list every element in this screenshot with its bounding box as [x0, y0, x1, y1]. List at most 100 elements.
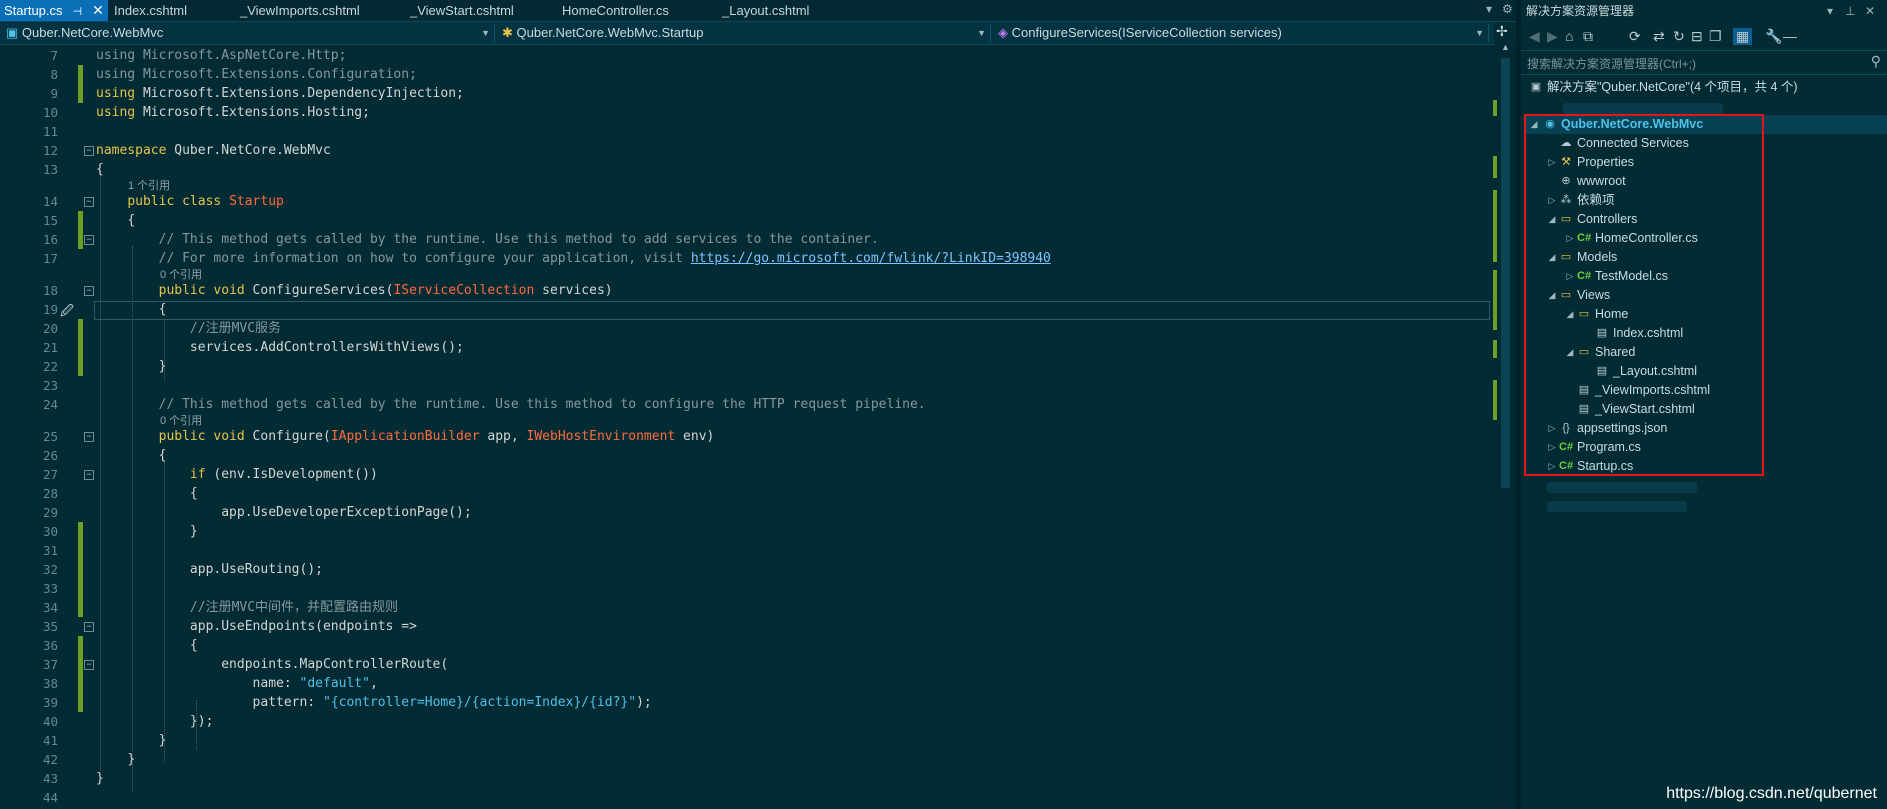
tab-viewstart[interactable]: _ViewStart.cshtml: [406, 0, 514, 21]
minus-icon[interactable]: —: [1783, 28, 1797, 44]
solution-search-box[interactable]: 搜索解决方案资源管理器(Ctrl+;) ⚲: [1521, 52, 1887, 75]
tab-index-cshtml[interactable]: Index.cshtml: [110, 0, 187, 21]
line-number: 41: [42, 733, 58, 748]
code-line: 12 − namespace Quber.NetCore.WebMvc: [0, 141, 1494, 160]
code-area[interactable]: 🖉 7 using Microsoft.AspNetCore.Http; 8 u…: [0, 46, 1494, 809]
code-token: {: [189, 486, 198, 501]
code-token: Microsoft.AspNetCore.Http;: [142, 48, 347, 63]
fold-toggle[interactable]: −: [84, 470, 94, 480]
settings-gear-icon[interactable]: ⚙: [1502, 2, 1513, 16]
code-line: 29 app.UseDeveloperExceptionPage();: [0, 503, 1494, 522]
sync-icon[interactable]: ⇄: [1653, 28, 1665, 45]
code-token: app.UseRouting();: [189, 562, 323, 577]
project-dropdown[interactable]: ▣ Quber.NetCore.WebMvc ▼: [2, 24, 495, 42]
tab-label: Startup.cs: [4, 3, 63, 18]
code-line: 14 − public class Startup: [0, 192, 1494, 211]
code-line: 16 − // This method gets called by the r…: [0, 230, 1494, 249]
type-dropdown[interactable]: ✱ Quber.NetCore.WebMvc.Startup ▼: [498, 24, 991, 42]
member-dropdown[interactable]: ◈ ConfigureServices(IServiceCollection s…: [994, 24, 1489, 42]
back-icon[interactable]: ◀: [1529, 28, 1540, 45]
change-marker: [1493, 380, 1497, 420]
tab-viewimports[interactable]: _ViewImports.cshtml: [236, 0, 360, 21]
preview-selected-icon[interactable]: ▦: [1733, 28, 1753, 45]
collapse-all-icon[interactable]: ⊟: [1691, 28, 1703, 45]
change-marker: [78, 674, 83, 693]
fold-toggle[interactable]: −: [84, 286, 94, 296]
refresh-icon[interactable]: ↻: [1673, 28, 1685, 45]
line-number: 43: [42, 771, 58, 786]
line-number: 8: [50, 67, 58, 82]
code-token: ,: [369, 676, 378, 691]
code-token: });: [189, 714, 214, 729]
code-token: ConfigureServices(: [244, 283, 394, 298]
code-line: 32 app.UseRouting();: [0, 560, 1494, 579]
keyword-token: public: [158, 283, 206, 298]
home-icon[interactable]: ⌂: [1565, 28, 1573, 44]
string-token: "{controller=Home}/{action=Index}/{id?}": [323, 695, 637, 710]
fold-toggle[interactable]: −: [84, 197, 94, 207]
change-marker: [78, 655, 83, 674]
code-token: {: [127, 213, 136, 228]
references-codelens[interactable]: 0 个引用: [160, 415, 202, 427]
code-line: 39 pattern: "{controller=Home}/{action=I…: [0, 693, 1494, 712]
solution-explorer-toolbar: ◀ ▶ ⌂ ⧉ ⟳ ⇄ ↻ ⊟ ❐ ▦ 🔧 —: [1521, 24, 1887, 51]
fold-toggle[interactable]: −: [84, 622, 94, 632]
code-line: 13 {: [0, 160, 1494, 179]
keyword-token: namespace: [96, 143, 167, 158]
line-number: 44: [42, 790, 58, 805]
comment-token: // This method gets called by the runtim…: [158, 397, 926, 412]
change-marker: [78, 338, 83, 357]
tab-layout[interactable]: _Layout.cshtml: [718, 0, 809, 21]
type-dropdown-value: Quber.NetCore.WebMvc.Startup: [516, 25, 704, 40]
code-editor[interactable]: Startup.cs ⊣ ✕ Index.cshtml _ViewImports.c…: [0, 0, 1516, 809]
close-icon[interactable]: ✕: [92, 2, 104, 18]
tab-homecontroller[interactable]: HomeController.cs: [558, 0, 669, 21]
tab-dropdown-icon[interactable]: ▾: [1486, 2, 1492, 16]
scroll-up-icon[interactable]: ▲: [1501, 42, 1510, 52]
comment-token: // This method gets called by the runtim…: [158, 232, 879, 247]
keyword-token: using: [96, 48, 136, 63]
references-codelens[interactable]: 0 个引用: [160, 269, 202, 281]
pending-changes-icon[interactable]: ⟳: [1629, 28, 1641, 45]
pin-icon[interactable]: ⊣: [73, 6, 83, 18]
editor-vertical-scrollbar[interactable]: ▲: [1496, 42, 1516, 809]
split-window-icon[interactable]: ✢: [1496, 23, 1508, 40]
line-number: 40: [42, 714, 58, 729]
fold-toggle[interactable]: −: [84, 432, 94, 442]
line-number: 39: [42, 695, 58, 710]
code-token: services.AddControllersWithViews();: [189, 340, 464, 355]
solution-node[interactable]: ▣ 解决方案"Quber.NetCore"(4 个项目，共 4 个): [1525, 78, 1885, 97]
show-all-files-icon[interactable]: ❐: [1709, 28, 1722, 45]
chevron-down-icon: ▼: [1475, 28, 1484, 38]
forward-icon[interactable]: ▶: [1547, 28, 1558, 45]
fold-toggle[interactable]: −: [84, 146, 94, 156]
fold-toggle[interactable]: −: [84, 235, 94, 245]
keyword-token: public: [158, 429, 206, 444]
line-number: 27: [42, 467, 58, 482]
line-number: 34: [42, 600, 58, 615]
type-token: IApplicationBuilder: [330, 429, 480, 444]
properties-wrench-icon[interactable]: 🔧: [1765, 28, 1782, 45]
line-number: 35: [42, 619, 58, 634]
window-dropdown-icon[interactable]: ▾: [1827, 0, 1833, 22]
scrollbar-thumb[interactable]: [1501, 58, 1510, 488]
chevron-down-icon: ▼: [481, 28, 490, 38]
tab-label: Index.cshtml: [114, 3, 187, 18]
code-line: 23: [0, 376, 1494, 395]
line-number: 10: [42, 105, 58, 120]
code-line: 26 {: [0, 446, 1494, 465]
code-line: 36 {: [0, 636, 1494, 655]
tab-startup-cs[interactable]: Startup.cs ⊣ ✕: [0, 0, 108, 21]
fwlink-link[interactable]: https://go.microsoft.com/fwlink/?LinkID=…: [691, 251, 1051, 266]
blurred-project-row: [1547, 501, 1687, 512]
code-line: 42 }: [0, 750, 1494, 769]
switch-views-icon[interactable]: ⧉: [1583, 28, 1593, 45]
fold-toggle[interactable]: −: [84, 660, 94, 670]
line-number: 25: [42, 429, 58, 444]
auto-hide-pin-icon[interactable]: ⊥: [1845, 0, 1855, 22]
close-icon[interactable]: ✕: [1865, 0, 1875, 22]
change-marker: [78, 560, 83, 579]
references-codelens[interactable]: 1 个引用: [128, 180, 170, 192]
code-line: 21 services.AddControllersWithViews();: [0, 338, 1494, 357]
code-line: 8 using Microsoft.Extensions.Configurati…: [0, 65, 1494, 84]
